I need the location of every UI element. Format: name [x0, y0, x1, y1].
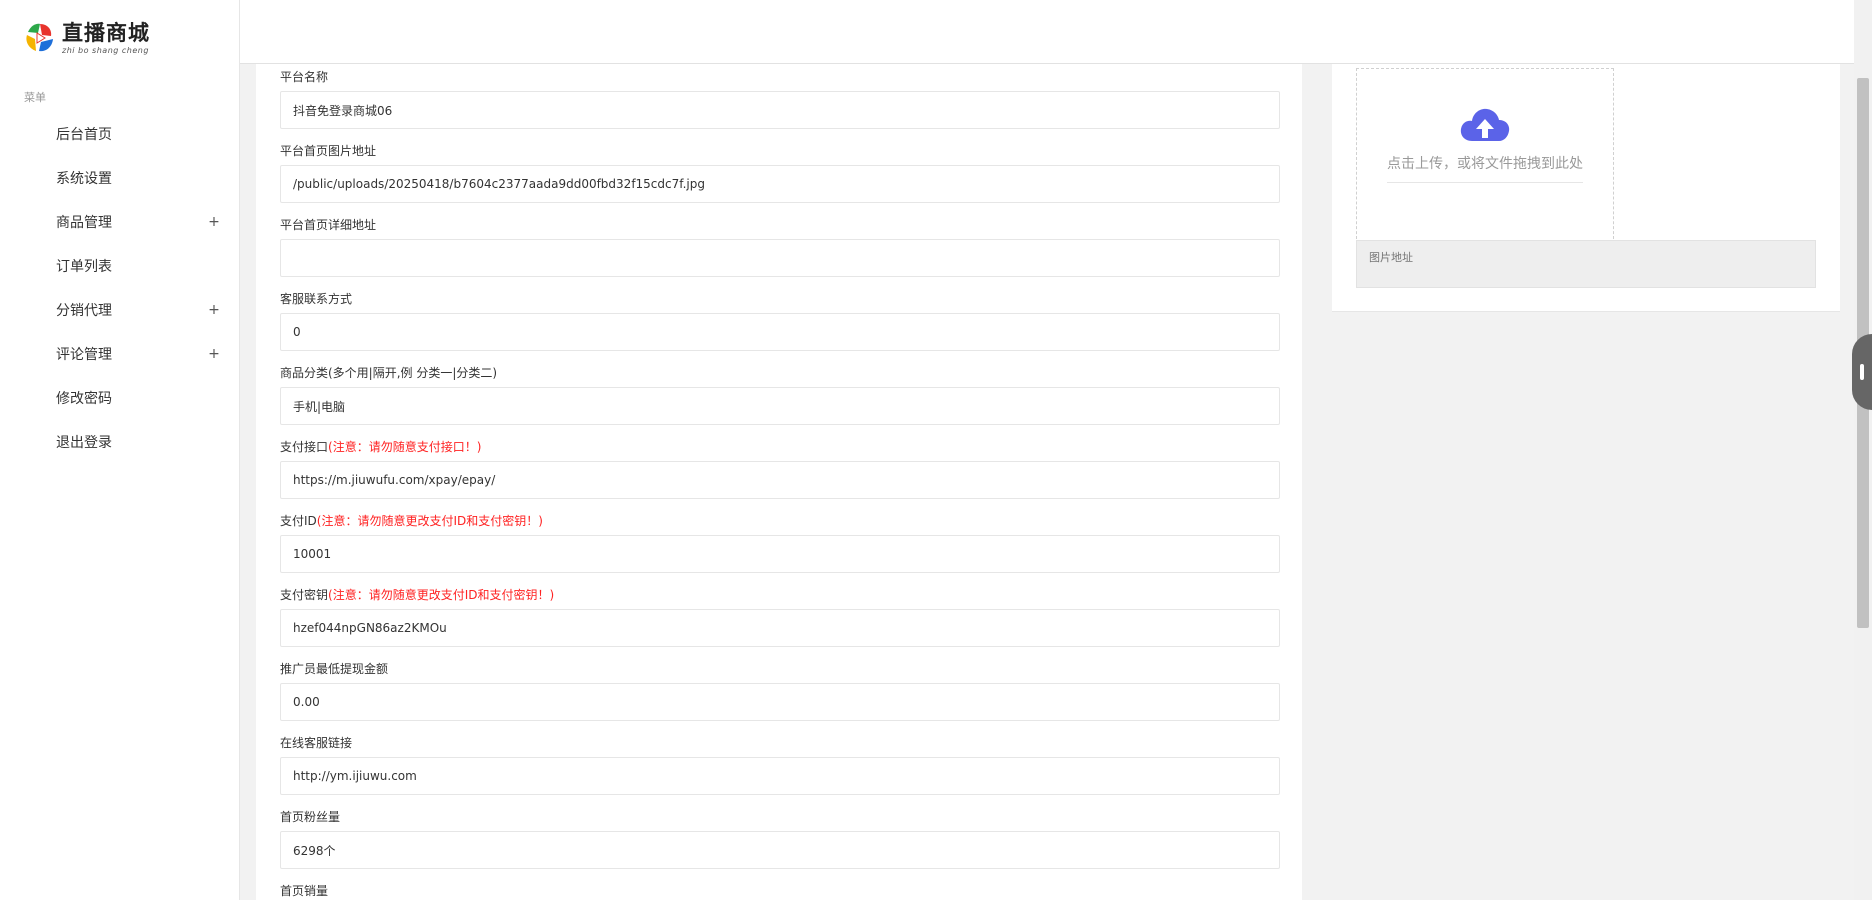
side-tab-grip-icon — [1860, 364, 1864, 380]
expand-plus-icon[interactable]: + — [208, 346, 220, 362]
brand-title: 直播商城 — [62, 20, 150, 45]
sidebar-item-logout[interactable]: 退出登录 — [0, 420, 240, 464]
top-header-bar — [240, 0, 1854, 64]
sidebar-item-distribution-agent[interactable]: 分销代理 + — [0, 288, 240, 332]
field-customer-service-contact: 客服联系方式 — [280, 290, 1280, 351]
brand-subtitle: zhi bo shang cheng — [62, 46, 149, 55]
field-payment-id: 支付ID(注意：请勿随意更改支付ID和支付密钥！) — [280, 512, 1280, 573]
upload-dropzone[interactable]: 点击上传，或将文件拖拽到此处 — [1356, 68, 1614, 244]
homepage-image-url-input[interactable] — [280, 165, 1280, 203]
field-warning: (注意：请勿随意更改支付ID和支付密钥！) — [328, 588, 555, 602]
field-homepage-followers: 首页粉丝量 — [280, 808, 1280, 869]
field-online-service-link: 在线客服链接 — [280, 734, 1280, 795]
field-payment-api: 支付接口(注意：请勿随意支付接口！) — [280, 438, 1280, 499]
sidebar-item-label: 订单列表 — [56, 259, 112, 275]
field-label: 平台名称 — [280, 70, 329, 84]
field-label: 商品分类(多个用|隔开,例 分类一|分类二) — [280, 366, 498, 380]
menu-section-label: 菜单 — [24, 91, 46, 104]
platform-name-input[interactable] — [280, 91, 1280, 129]
image-url-textarea[interactable] — [1356, 240, 1816, 288]
field-warning: (注意：请勿随意支付接口！) — [328, 440, 482, 454]
payment-key-input[interactable] — [280, 609, 1280, 647]
field-label: 支付接口(注意：请勿随意支付接口！) — [280, 440, 482, 454]
field-label: 客服联系方式 — [280, 292, 353, 306]
field-payment-key: 支付密钥(注意：请勿随意更改支付ID和支付密钥！) — [280, 586, 1280, 647]
field-label: 首页粉丝量 — [280, 810, 341, 824]
sidebar-menu: 后台首页 系统设置 商品管理 + 订单列表 分销代理 + 评论管理 + 修改密码… — [0, 112, 240, 464]
sidebar-item-label: 后台首页 — [56, 127, 112, 143]
expand-plus-icon[interactable]: + — [208, 214, 220, 230]
page-scrollbar[interactable] — [1854, 0, 1872, 900]
homepage-address-input[interactable] — [280, 239, 1280, 277]
side-float-tab[interactable] — [1852, 334, 1872, 410]
upload-hint: 点击上传，或将文件拖拽到此处 — [1387, 153, 1583, 183]
customer-service-contact-input[interactable] — [280, 313, 1280, 351]
online-service-link-input[interactable] — [280, 757, 1280, 795]
sidebar-item-label: 修改密码 — [56, 391, 112, 407]
sidebar-item-order-list[interactable]: 订单列表 — [0, 244, 240, 288]
settings-form-panel: 平台名称 平台首页图片地址 平台首页详细地址 客服联系方式 商品分类(多个用|隔… — [256, 64, 1302, 900]
sidebar-item-label: 评论管理 — [56, 347, 112, 363]
cloud-upload-icon — [1460, 108, 1510, 141]
sidebar-item-label: 商品管理 — [56, 215, 112, 231]
payment-api-input[interactable] — [280, 461, 1280, 499]
product-categories-input[interactable] — [280, 387, 1280, 425]
field-label: 平台首页图片地址 — [280, 144, 377, 158]
sidebar-item-label: 系统设置 — [56, 171, 112, 187]
image-upload-panel: 点击上传，或将文件拖拽到此处 — [1332, 64, 1840, 312]
field-label: 支付密钥(注意：请勿随意更改支付ID和支付密钥！) — [280, 588, 555, 602]
sidebar-item-system-settings[interactable]: 系统设置 — [0, 156, 240, 200]
field-label: 平台首页详细地址 — [280, 218, 377, 232]
sidebar-item-label: 退出登录 — [56, 435, 112, 451]
homepage-followers-input[interactable] — [280, 831, 1280, 869]
field-homepage-address: 平台首页详细地址 — [280, 216, 1280, 277]
brand-mark-icon — [26, 23, 53, 52]
field-label: 在线客服链接 — [280, 736, 353, 750]
sidebar-item-comment-management[interactable]: 评论管理 + — [0, 332, 240, 376]
brand-logo[interactable]: 直播商城 zhi bo shang cheng — [22, 20, 150, 56]
sidebar-item-change-password[interactable]: 修改密码 — [0, 376, 240, 420]
min-withdrawal-input[interactable] — [280, 683, 1280, 721]
sidebar: 直播商城 zhi bo shang cheng 菜单 后台首页 系统设置 商品管… — [0, 0, 240, 900]
sidebar-item-label: 分销代理 — [56, 303, 112, 319]
expand-plus-icon[interactable]: + — [208, 302, 220, 318]
field-homepage-sales: 首页销量 — [280, 882, 1280, 900]
field-product-categories: 商品分类(多个用|隔开,例 分类一|分类二) — [280, 364, 1280, 425]
field-label: 首页销量 — [280, 884, 329, 898]
sidebar-item-product-management[interactable]: 商品管理 + — [0, 200, 240, 244]
payment-id-input[interactable] — [280, 535, 1280, 573]
field-platform-name: 平台名称 — [280, 68, 1280, 129]
field-label: 推广员最低提现金额 — [280, 662, 389, 676]
sidebar-item-dashboard[interactable]: 后台首页 — [0, 112, 240, 156]
field-warning: (注意：请勿随意更改支付ID和支付密钥！) — [316, 514, 543, 528]
field-homepage-image-url: 平台首页图片地址 — [280, 142, 1280, 203]
field-min-withdrawal: 推广员最低提现金额 — [280, 660, 1280, 721]
field-label: 支付ID(注意：请勿随意更改支付ID和支付密钥！) — [280, 514, 543, 528]
